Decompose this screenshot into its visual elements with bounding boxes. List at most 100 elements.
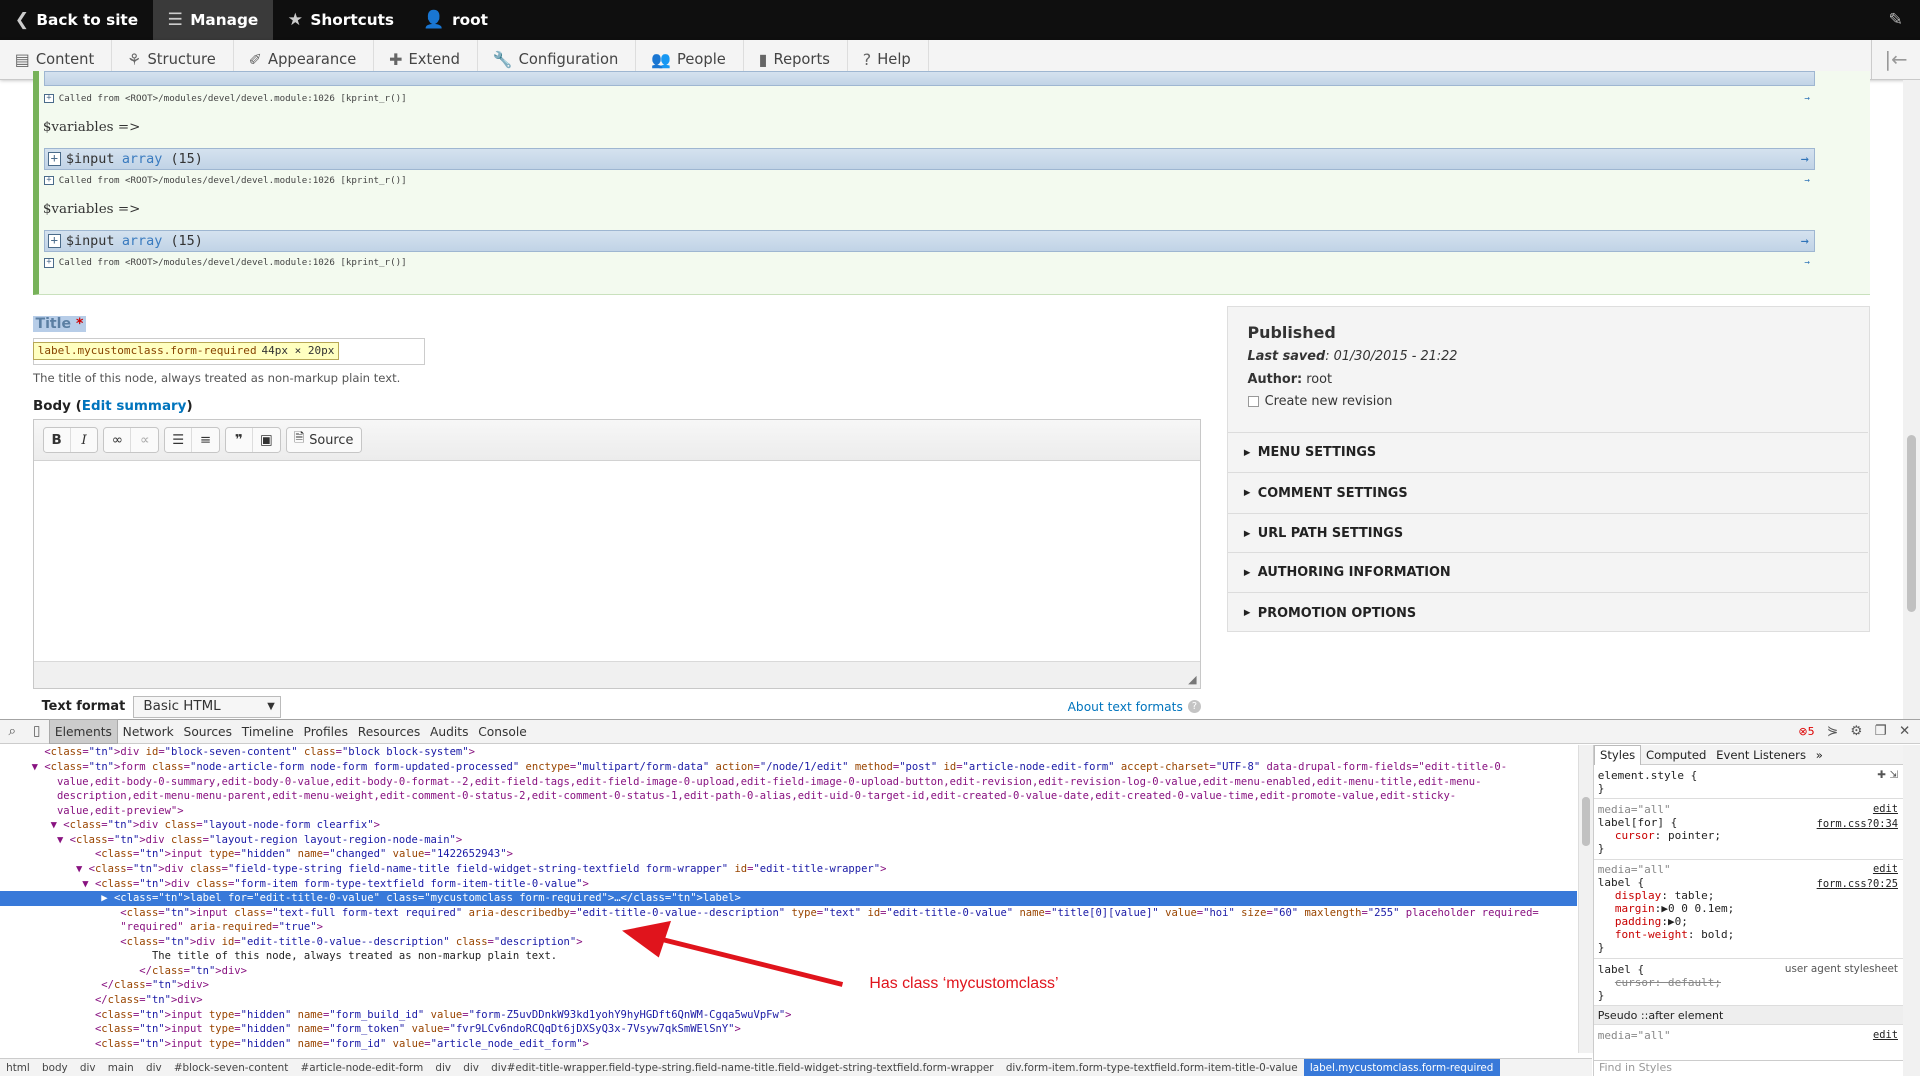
styles-scrollbar[interactable]: [1902, 745, 1920, 1076]
expand-icon[interactable]: +: [44, 175, 54, 186]
tab-event-listeners[interactable]: Event Listeners: [1711, 745, 1811, 765]
close-icon[interactable]: ✕: [1899, 724, 1910, 739]
image-icon[interactable]: ▣: [253, 428, 280, 452]
editor-content-area[interactable]: [34, 461, 1201, 664]
dom-line[interactable]: value,edit-body-0-summary,edit-body-0-va…: [0, 775, 1577, 790]
tab-resources[interactable]: Resources: [353, 719, 425, 743]
dom-line[interactable]: <class="tn">input class="text-full form-…: [0, 906, 1577, 921]
dom-line[interactable]: ▼ <class="tn">div class="form-item form-…: [0, 877, 1577, 892]
dom-line[interactable]: <class="tn">input type="hidden" name="fo…: [0, 1008, 1577, 1023]
find-in-styles-input[interactable]: Find in Styles: [1594, 1060, 1904, 1076]
krumo-row-partial[interactable]: [44, 71, 1815, 86]
dom-line[interactable]: ▼ <class="tn">div class="layout-region l…: [0, 833, 1577, 848]
krumo-input-row[interactable]: + $input array (15) →: [44, 230, 1815, 253]
expand-icon[interactable]: +: [44, 257, 54, 268]
dom-line[interactable]: </class="tn">div>: [0, 993, 1577, 1008]
blockquote-icon[interactable]: ❞: [226, 427, 253, 453]
dom-line[interactable]: ▼ <class="tn">form class="node-article-f…: [0, 760, 1577, 775]
more-tabs-icon[interactable]: »: [1811, 745, 1828, 765]
dom-line[interactable]: <class="tn">input type="hidden" name="ch…: [0, 847, 1577, 862]
checkbox[interactable]: [1247, 396, 1259, 408]
dom-tree[interactable]: <class="tn">div id="block-seven-content"…: [0, 745, 1578, 1052]
source-link[interactable]: form.css?0:25: [1817, 878, 1898, 890]
title-label[interactable]: Title *: [33, 315, 86, 332]
expand-icon[interactable]: +: [47, 152, 61, 166]
dom-line[interactable]: <class="tn">input type="hidden" name="fo…: [0, 1037, 1577, 1052]
dom-line-selected[interactable]: ▶ <class="tn">label for="edit-title-0-va…: [0, 891, 1578, 906]
resize-grip-icon[interactable]: ◢: [1188, 673, 1196, 686]
promotion-options-section[interactable]: ▶ PROMOTION OPTIONS: [1227, 592, 1869, 632]
breadcrumb-item[interactable]: div: [429, 1062, 457, 1074]
breadcrumb-item[interactable]: div#edit-title-wrapper.field-type-string…: [485, 1062, 1000, 1074]
bold-button[interactable]: B: [44, 427, 71, 453]
italic-button[interactable]: I: [71, 428, 98, 452]
breadcrumb-item[interactable]: div: [457, 1062, 485, 1074]
breadcrumb-item[interactable]: body: [36, 1062, 74, 1074]
breadcrumb-item[interactable]: div.form-item.form-type-textfield.form-i…: [1000, 1062, 1304, 1074]
dom-scrollbar-thumb[interactable]: [1581, 796, 1591, 846]
breadcrumb-item[interactable]: label.mycustomclass.form-required: [1303, 1058, 1500, 1076]
edit-link[interactable]: edit: [1873, 863, 1898, 875]
numbered-list-icon[interactable]: ≡: [192, 428, 219, 452]
dom-line[interactable]: value,edit-preview">: [0, 804, 1577, 819]
comment-settings-section[interactable]: ▶ COMMENT SETTINGS: [1227, 472, 1869, 512]
breadcrumb-item[interactable]: div: [74, 1062, 102, 1074]
tab-sources[interactable]: Sources: [179, 719, 237, 743]
dom-line[interactable]: description,edit-menu-menu-parent,edit-m…: [0, 789, 1577, 804]
tab-computed[interactable]: Computed: [1641, 745, 1711, 765]
tab-network[interactable]: Network: [118, 719, 179, 743]
menu-settings-section[interactable]: ▶ MENU SETTINGS: [1227, 432, 1869, 472]
error-counter[interactable]: ⊗5: [1798, 725, 1814, 738]
jump-arrow-icon[interactable]: →: [1804, 175, 1810, 186]
tab-styles[interactable]: Styles: [1594, 744, 1642, 765]
tab-profiles[interactable]: Profiles: [299, 719, 353, 743]
page-scrollbar-thumb[interactable]: [1906, 434, 1917, 613]
page-scrollbar[interactable]: [1902, 79, 1920, 719]
dock-icon[interactable]: ❐: [1875, 724, 1887, 739]
jump-arrow-icon[interactable]: →: [1804, 257, 1810, 268]
edit-summary-link[interactable]: Edit summary: [82, 399, 187, 414]
manage-tab[interactable]: ☰ Manage: [152, 0, 273, 41]
jump-arrow-icon[interactable]: →: [1804, 93, 1810, 104]
link-icon[interactable]: ∞: [104, 427, 132, 453]
url-path-settings-section[interactable]: ▶ URL PATH SETTINGS: [1227, 512, 1869, 553]
element-style-rule[interactable]: element.style { } ✚ ⇲: [1594, 765, 1903, 800]
pseudo-rule[interactable]: media="all" edit: [1594, 1025, 1903, 1045]
tab-timeline[interactable]: Timeline: [237, 719, 299, 743]
dom-line[interactable]: ▼ <class="tn">div class="layout-node-for…: [0, 818, 1577, 833]
create-revision-checkbox[interactable]: Create new revision: [1247, 394, 1850, 409]
console-drawer-icon[interactable]: ⋟: [1827, 724, 1838, 739]
about-text-formats-link[interactable]: About text formats?: [1068, 700, 1202, 714]
source-link[interactable]: form.css?0:34: [1817, 818, 1898, 830]
dom-line[interactable]: ▼ <class="tn">div class="field-type-stri…: [0, 862, 1577, 877]
bulleted-list-icon[interactable]: ☰: [165, 427, 193, 453]
settings-gear-icon[interactable]: ⚙: [1850, 724, 1862, 739]
dom-line[interactable]: "required" aria-required="true">: [0, 920, 1577, 935]
jump-arrow-icon[interactable]: →: [1801, 152, 1809, 167]
breadcrumb-item[interactable]: main: [102, 1062, 140, 1074]
dom-line[interactable]: </class="tn">div>: [0, 964, 1577, 979]
edit-pencil-icon[interactable]: ✎: [1889, 10, 1920, 30]
breadcrumb-item[interactable]: html: [0, 1062, 36, 1074]
user-agent-rule[interactable]: label { user agent stylesheet cursor: de…: [1594, 959, 1903, 1007]
breadcrumb-item[interactable]: #block-seven-content: [168, 1062, 295, 1074]
label-for-rule[interactable]: media="all" edit label[for] { form.css?0…: [1594, 799, 1903, 860]
source-button[interactable]: 🗎 Source: [287, 428, 361, 452]
dom-line[interactable]: The title of this node, always treated a…: [0, 949, 1577, 964]
edit-link[interactable]: edit: [1873, 1029, 1898, 1041]
jump-arrow-icon[interactable]: →: [1801, 234, 1809, 249]
search-icon[interactable]: ⌕: [0, 724, 24, 739]
expand-icon[interactable]: +: [44, 93, 54, 104]
dom-line[interactable]: <class="tn">div id="edit-title-0-value--…: [0, 935, 1577, 950]
orientation-toggle-icon[interactable]: |←: [1871, 39, 1920, 80]
tab-elements[interactable]: Elements: [48, 719, 118, 744]
dom-line[interactable]: </class="tn">div>: [0, 978, 1577, 993]
dom-line[interactable]: <class="tn">input type="hidden" name="fo…: [0, 1022, 1577, 1037]
dom-scrollbar[interactable]: [1578, 745, 1594, 1053]
back-to-site-link[interactable]: ❮ Back to site: [0, 0, 153, 40]
user-tab[interactable]: 👤 root: [409, 0, 503, 40]
unlink-icon[interactable]: ∝: [131, 428, 158, 452]
text-format-select[interactable]: Basic HTML ▼: [132, 695, 281, 718]
breadcrumb-item[interactable]: #article-node-edit-form: [294, 1062, 429, 1074]
device-icon[interactable]: ▯: [24, 724, 48, 739]
